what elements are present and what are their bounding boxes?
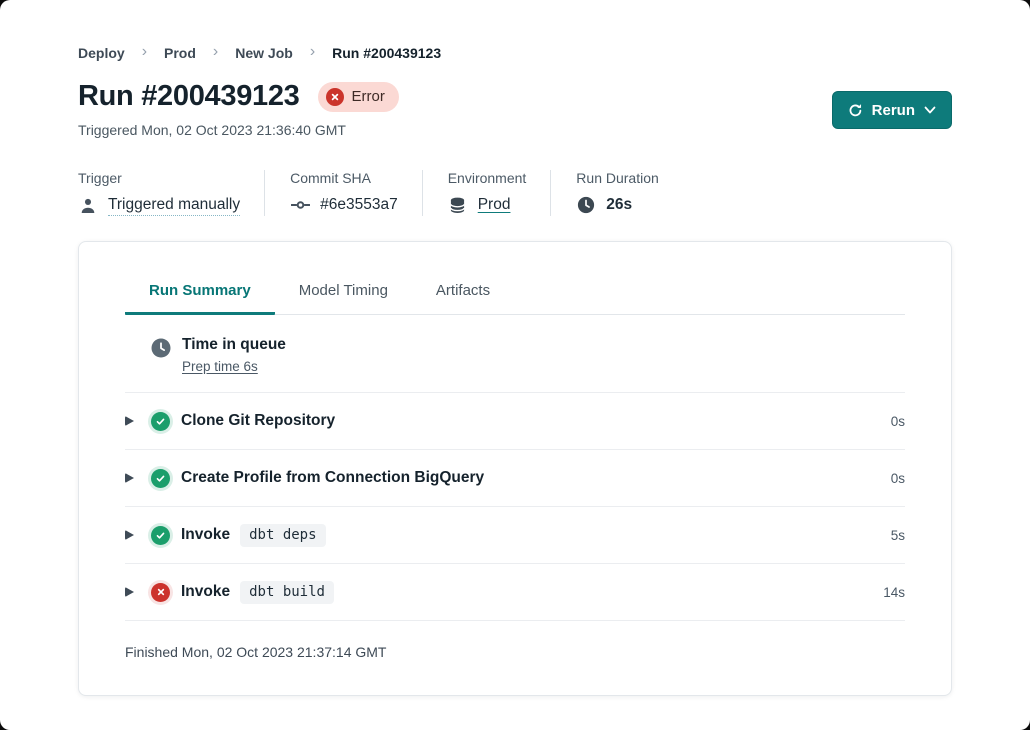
rerun-button-label: Rerun [872,102,915,119]
metadata-trigger: Trigger Triggered manually [78,170,265,216]
clock-icon [576,196,596,214]
metadata-environment: Environment Prod [448,170,552,216]
caret-right-icon[interactable] [125,587,137,597]
metadata-run-duration: Run Duration 26s [576,170,683,216]
metadata-label: Trigger [78,170,240,186]
run-details-card: Run Summary Model Timing Artifacts Time … [78,241,952,696]
queue-title: Time in queue [182,336,286,354]
check-circle-icon [151,412,170,431]
metadata-label: Commit SHA [290,170,398,186]
chevron-right-icon: › [142,44,147,60]
trigger-value: Triggered manually [108,196,240,216]
caret-right-icon[interactable] [125,416,137,426]
breadcrumb-current-run: Run #200439123 [332,45,441,61]
finished-timestamp: Finished Mon, 02 Oct 2023 21:37:14 GMT [125,621,905,660]
step-duration: 0s [891,471,905,486]
breadcrumb-deploy[interactable]: Deploy [78,45,125,61]
triggered-timestamp: Triggered Mon, 02 Oct 2023 21:36:40 GMT [78,122,952,138]
rerun-button[interactable]: Rerun [832,91,952,129]
page-title: Run #200439123 [78,80,300,113]
database-icon [448,197,468,214]
breadcrumb-prod[interactable]: Prod [164,45,196,61]
tab-run-summary[interactable]: Run Summary [125,282,275,315]
step-duration: 0s [891,414,905,429]
prep-time-link[interactable]: Prep time 6s [182,359,258,374]
clock-icon [151,338,171,358]
step-duration: 5s [891,528,905,543]
caret-right-icon[interactable] [125,473,137,483]
step-row-create-profile[interactable]: Create Profile from Connection BigQuery … [125,450,905,507]
chevron-right-icon: › [213,44,218,60]
check-circle-icon [151,526,170,545]
caret-right-icon[interactable] [125,530,137,540]
git-commit-icon [290,199,310,211]
user-icon [78,197,98,215]
step-name: Invoke [181,583,230,601]
chevron-right-icon: › [310,44,315,60]
step-row-clone-git[interactable]: Clone Git Repository 0s [125,393,905,450]
time-in-queue-row: Time in queue Prep time 6s [125,315,905,393]
run-metadata: Trigger Triggered manually Commit SHA #6… [78,170,952,216]
step-name: Clone Git Repository [181,412,335,430]
run-details-page: Deploy › Prod › New Job › Run #200439123… [0,0,1030,730]
metadata-commit-sha: Commit SHA #6e3553a7 [290,170,423,216]
status-badge: Error [318,82,399,112]
step-duration: 14s [883,585,905,600]
refresh-icon [848,103,863,118]
tab-artifacts[interactable]: Artifacts [412,282,514,315]
step-command-chip: dbt build [240,581,334,604]
status-badge-label: Error [352,88,385,105]
tab-model-timing[interactable]: Model Timing [275,282,412,315]
x-circle-icon [151,583,170,602]
commit-sha-value: #6e3553a7 [320,196,398,214]
step-row-dbt-deps[interactable]: Invoke dbt deps 5s [125,507,905,564]
step-command-chip: dbt deps [240,524,325,547]
tab-bar: Run Summary Model Timing Artifacts [125,242,905,315]
step-name: Invoke [181,526,230,544]
metadata-label: Environment [448,170,527,186]
check-circle-icon [151,469,170,488]
environment-link[interactable]: Prod [478,196,511,214]
breadcrumb-new-job[interactable]: New Job [235,45,293,61]
chevron-down-icon [924,106,936,115]
metadata-label: Run Duration [576,170,659,186]
step-row-dbt-build[interactable]: Invoke dbt build 14s [125,564,905,621]
breadcrumb: Deploy › Prod › New Job › Run #200439123 [78,0,952,61]
run-duration-value: 26s [606,196,632,214]
step-name: Create Profile from Connection BigQuery [181,469,484,487]
error-icon [326,88,344,106]
